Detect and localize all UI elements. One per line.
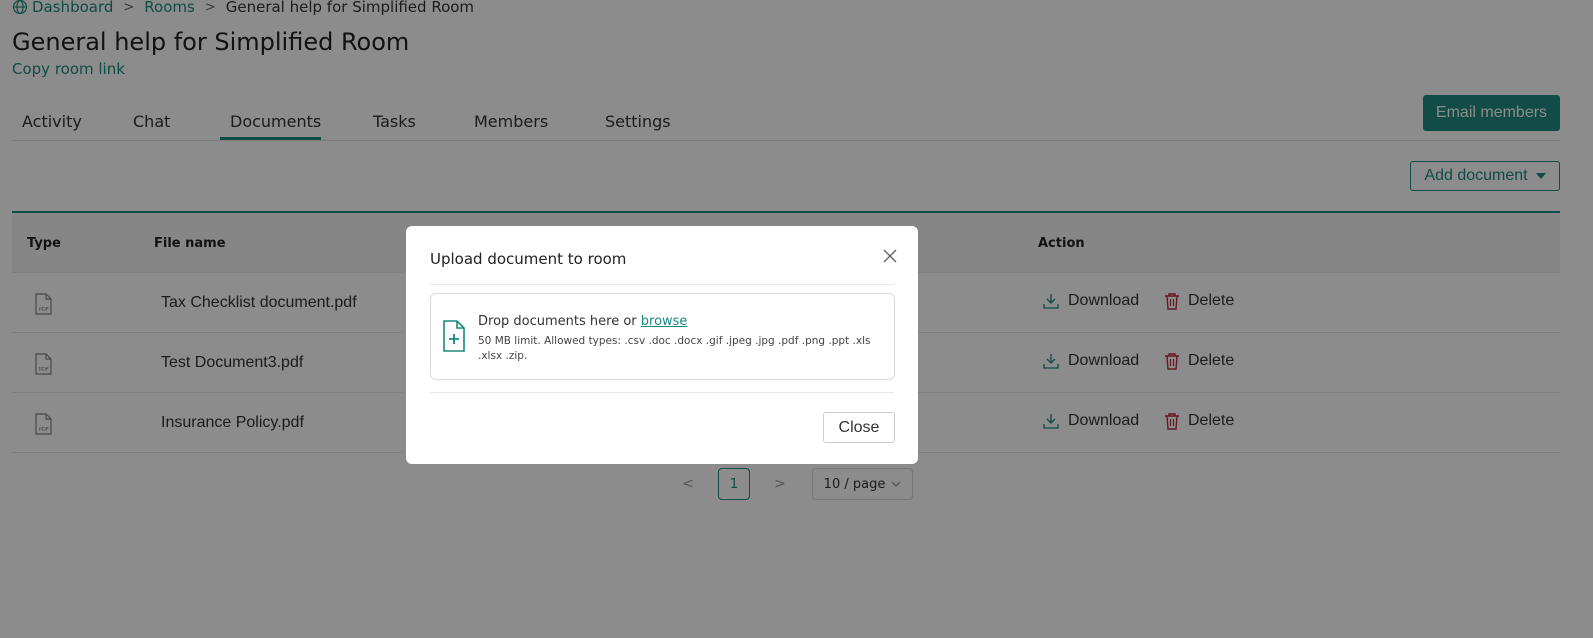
upload-dropzone[interactable]: Drop documents here or browse 50 MB limi…	[430, 293, 895, 380]
browse-link[interactable]: browse	[641, 314, 688, 329]
upload-limits: 50 MB limit. Allowed types: .csv .doc .d…	[478, 335, 871, 362]
dropzone-text: Drop documents here or browse	[478, 314, 687, 329]
close-icon[interactable]	[880, 246, 900, 266]
divider	[430, 284, 894, 285]
upload-modal: Upload document to room Drop documents h…	[406, 226, 918, 464]
close-button[interactable]: Close	[823, 412, 895, 443]
file-plus-icon	[443, 320, 465, 352]
divider	[430, 392, 894, 393]
modal-title: Upload document to room	[430, 250, 627, 268]
drop-text: Drop documents here or	[478, 314, 641, 329]
